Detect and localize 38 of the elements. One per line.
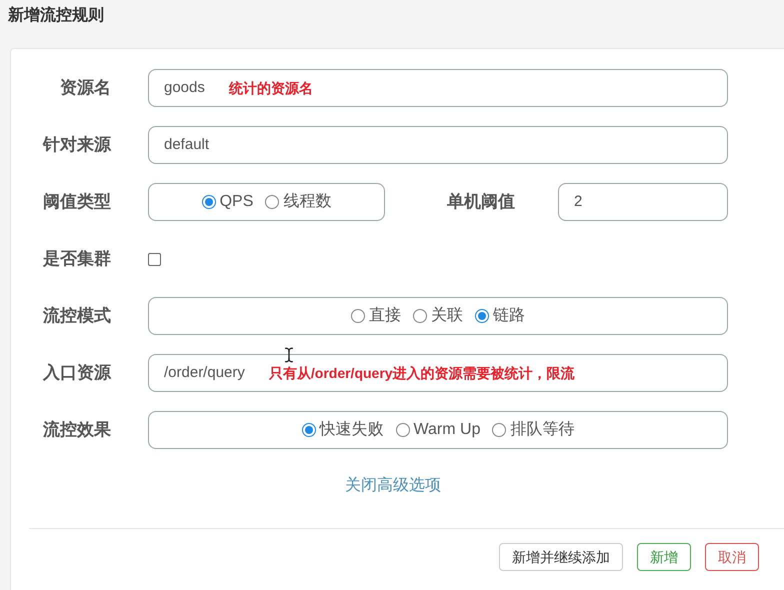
radio-option[interactable]: QPS (202, 190, 254, 214)
field-value: default (164, 134, 210, 155)
field-value: /order/query (164, 362, 245, 383)
radio-option[interactable]: 链路 (475, 304, 525, 328)
radio-option[interactable]: 排队等待 (492, 418, 574, 442)
radio-button[interactable] (396, 423, 410, 437)
text-field[interactable]: default (148, 126, 728, 164)
text-field[interactable]: goods 统计的资源名 (148, 69, 728, 107)
field-value: goods (164, 78, 205, 98)
radio-button[interactable] (351, 309, 365, 323)
radio-option[interactable]: 线程数 (265, 190, 332, 214)
radio-button[interactable] (302, 423, 316, 437)
dialog-button[interactable]: 取消 (705, 543, 759, 571)
dialog-button[interactable]: 新增并继续添加 (499, 543, 623, 571)
radio-button[interactable] (475, 309, 489, 323)
field-label: 资源名 (59, 77, 111, 100)
field-label: 单机阈值 (447, 191, 516, 214)
threshold-field[interactable]: 2 (558, 183, 728, 221)
radio-button[interactable] (265, 195, 280, 209)
dialog-title: 新增流控规则 (6, 5, 105, 26)
field-label: 针对来源 (42, 134, 111, 156)
radio-button[interactable] (492, 423, 506, 437)
annotation-text: 统计的资源名 (228, 78, 313, 98)
radio-option[interactable]: 快速失败 (302, 418, 384, 442)
annotation-text: 只有从/order/query进入的资源需要被统计，限流 (268, 364, 575, 383)
radio-button[interactable] (413, 309, 427, 323)
advanced-options-link[interactable]: 关闭高级选项 (345, 474, 441, 498)
radio-option[interactable]: Warm Up (396, 418, 480, 442)
radio-option[interactable]: 关联 (413, 304, 463, 328)
radio-button[interactable] (202, 195, 216, 209)
field-label: 流控效果 (42, 419, 111, 442)
field-label: 是否集群 (42, 248, 111, 270)
field-label: 入口资源 (42, 362, 111, 384)
radio-option[interactable]: 直接 (351, 304, 401, 328)
dialog-button[interactable]: 新增 (637, 543, 691, 571)
field-label: 流控模式 (42, 305, 111, 328)
field-label: 阈值类型 (42, 191, 111, 214)
checkbox[interactable] (148, 252, 161, 266)
